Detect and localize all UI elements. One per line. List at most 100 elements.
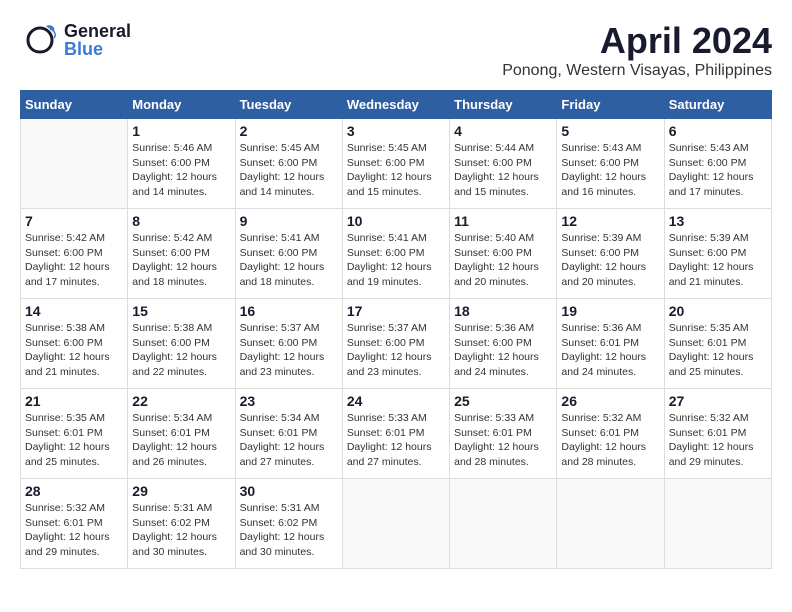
- calendar-cell: [450, 479, 557, 569]
- day-number: 9: [240, 213, 338, 229]
- day-info: Sunrise: 5:46 AM Sunset: 6:00 PM Dayligh…: [132, 141, 230, 200]
- logo-general-text: General: [64, 22, 131, 40]
- day-info: Sunrise: 5:37 AM Sunset: 6:00 PM Dayligh…: [347, 321, 445, 380]
- calendar-cell: 30 Sunrise: 5:31 AM Sunset: 6:02 PM Dayli…: [235, 479, 342, 569]
- calendar-cell: 17 Sunrise: 5:37 AM Sunset: 6:00 PM Dayli…: [342, 299, 449, 389]
- calendar-cell: 16 Sunrise: 5:37 AM Sunset: 6:00 PM Dayli…: [235, 299, 342, 389]
- day-info: Sunrise: 5:45 AM Sunset: 6:00 PM Dayligh…: [347, 141, 445, 200]
- calendar-cell: 21Sunrise: 5:35 AM Sunset: 6:01 PM Dayli…: [21, 389, 128, 479]
- day-number: 27: [669, 393, 767, 409]
- day-number: 2: [240, 123, 338, 139]
- page-header: General Blue April 2024 Ponong, Western …: [20, 20, 772, 80]
- day-info: Sunrise: 5:44 AM Sunset: 6:00 PM Dayligh…: [454, 141, 552, 200]
- day-info: Sunrise: 5:32 AM Sunset: 6:01 PM Dayligh…: [25, 501, 123, 560]
- day-info: Sunrise: 5:42 AM Sunset: 6:00 PM Dayligh…: [132, 231, 230, 290]
- calendar-cell: [342, 479, 449, 569]
- day-info: Sunrise: 5:38 AM Sunset: 6:00 PM Dayligh…: [25, 321, 123, 380]
- calendar-cell: 23 Sunrise: 5:34 AM Sunset: 6:01 PM Dayli…: [235, 389, 342, 479]
- day-info: Sunrise: 5:36 AM Sunset: 6:00 PM Dayligh…: [454, 321, 552, 380]
- calendar-week-4: 21Sunrise: 5:35 AM Sunset: 6:01 PM Dayli…: [21, 389, 772, 479]
- logo: General Blue: [20, 20, 131, 60]
- calendar-cell: 9 Sunrise: 5:41 AM Sunset: 6:00 PM Daylig…: [235, 209, 342, 299]
- calendar-cell: 10 Sunrise: 5:41 AM Sunset: 6:00 PM Dayli…: [342, 209, 449, 299]
- calendar-cell: 25Sunrise: 5:33 AM Sunset: 6:01 PM Dayli…: [450, 389, 557, 479]
- day-number: 13: [669, 213, 767, 229]
- month-title: April 2024: [502, 20, 772, 62]
- calendar-cell: 19Sunrise: 5:36 AM Sunset: 6:01 PM Dayli…: [557, 299, 664, 389]
- day-number: 28: [25, 483, 123, 499]
- day-info: Sunrise: 5:32 AM Sunset: 6:01 PM Dayligh…: [669, 411, 767, 470]
- header-row: Sunday Monday Tuesday Wednesday Thursday…: [21, 91, 772, 119]
- calendar-week-5: 28 Sunrise: 5:32 AM Sunset: 6:01 PM Dayli…: [21, 479, 772, 569]
- day-info: Sunrise: 5:31 AM Sunset: 6:02 PM Dayligh…: [240, 501, 338, 560]
- calendar-cell: 24 Sunrise: 5:33 AM Sunset: 6:01 PM Dayli…: [342, 389, 449, 479]
- calendar-cell: [664, 479, 771, 569]
- day-number: 30: [240, 483, 338, 499]
- calendar-cell: 2 Sunrise: 5:45 AM Sunset: 6:00 PM Daylig…: [235, 119, 342, 209]
- calendar-cell: 15 Sunrise: 5:38 AM Sunset: 6:00 PM Dayli…: [128, 299, 235, 389]
- day-info: Sunrise: 5:34 AM Sunset: 6:01 PM Dayligh…: [240, 411, 338, 470]
- day-info: Sunrise: 5:37 AM Sunset: 6:00 PM Dayligh…: [240, 321, 338, 380]
- calendar-cell: 14 Sunrise: 5:38 AM Sunset: 6:00 PM Dayli…: [21, 299, 128, 389]
- calendar-week-2: 7 Sunrise: 5:42 AM Sunset: 6:00 PM Daylig…: [21, 209, 772, 299]
- calendar-cell: [21, 119, 128, 209]
- col-wednesday: Wednesday: [342, 91, 449, 119]
- calendar-table: Sunday Monday Tuesday Wednesday Thursday…: [20, 90, 772, 569]
- calendar-cell: 13 Sunrise: 5:39 AM Sunset: 6:00 PM Dayli…: [664, 209, 771, 299]
- calendar-week-3: 14 Sunrise: 5:38 AM Sunset: 6:00 PM Dayli…: [21, 299, 772, 389]
- day-info: Sunrise: 5:33 AM Sunset: 6:01 PM Dayligh…: [347, 411, 445, 470]
- day-number: 14: [25, 303, 123, 319]
- day-info: Sunrise: 5:34 AM Sunset: 6:01 PM Dayligh…: [132, 411, 230, 470]
- calendar-cell: 18Sunrise: 5:36 AM Sunset: 6:00 PM Dayli…: [450, 299, 557, 389]
- day-number: 16: [240, 303, 338, 319]
- day-info: Sunrise: 5:43 AM Sunset: 6:00 PM Dayligh…: [669, 141, 767, 200]
- day-info: Sunrise: 5:32 AM Sunset: 6:01 PM Dayligh…: [561, 411, 659, 470]
- calendar-cell: 22 Sunrise: 5:34 AM Sunset: 6:01 PM Dayli…: [128, 389, 235, 479]
- day-number: 24: [347, 393, 445, 409]
- calendar-cell: 12Sunrise: 5:39 AM Sunset: 6:00 PM Dayli…: [557, 209, 664, 299]
- col-monday: Monday: [128, 91, 235, 119]
- day-number: 20: [669, 303, 767, 319]
- calendar-cell: 28 Sunrise: 5:32 AM Sunset: 6:01 PM Dayli…: [21, 479, 128, 569]
- col-tuesday: Tuesday: [235, 91, 342, 119]
- day-info: Sunrise: 5:45 AM Sunset: 6:00 PM Dayligh…: [240, 141, 338, 200]
- col-saturday: Saturday: [664, 91, 771, 119]
- day-number: 17: [347, 303, 445, 319]
- calendar-header: Sunday Monday Tuesday Wednesday Thursday…: [21, 91, 772, 119]
- day-info: Sunrise: 5:31 AM Sunset: 6:02 PM Dayligh…: [132, 501, 230, 560]
- day-info: Sunrise: 5:43 AM Sunset: 6:00 PM Dayligh…: [561, 141, 659, 200]
- day-info: Sunrise: 5:39 AM Sunset: 6:00 PM Dayligh…: [669, 231, 767, 290]
- calendar-cell: 26 Sunrise: 5:32 AM Sunset: 6:01 PM Dayli…: [557, 389, 664, 479]
- day-number: 15: [132, 303, 230, 319]
- col-sunday: Sunday: [21, 91, 128, 119]
- day-number: 6: [669, 123, 767, 139]
- day-number: 26: [561, 393, 659, 409]
- day-number: 23: [240, 393, 338, 409]
- day-number: 29: [132, 483, 230, 499]
- day-info: Sunrise: 5:42 AM Sunset: 6:00 PM Dayligh…: [25, 231, 123, 290]
- col-thursday: Thursday: [450, 91, 557, 119]
- day-info: Sunrise: 5:38 AM Sunset: 6:00 PM Dayligh…: [132, 321, 230, 380]
- day-number: 10: [347, 213, 445, 229]
- logo-text-block: General Blue: [64, 22, 131, 58]
- title-block: April 2024 Ponong, Western Visayas, Phil…: [502, 20, 772, 80]
- location-text: Ponong, Western Visayas, Philippines: [502, 62, 772, 80]
- day-number: 25: [454, 393, 552, 409]
- calendar-cell: 27 Sunrise: 5:32 AM Sunset: 6:01 PM Dayli…: [664, 389, 771, 479]
- day-info: Sunrise: 5:41 AM Sunset: 6:00 PM Dayligh…: [240, 231, 338, 290]
- day-number: 3: [347, 123, 445, 139]
- day-number: 22: [132, 393, 230, 409]
- day-info: Sunrise: 5:35 AM Sunset: 6:01 PM Dayligh…: [669, 321, 767, 380]
- day-info: Sunrise: 5:41 AM Sunset: 6:00 PM Dayligh…: [347, 231, 445, 290]
- day-number: 12: [561, 213, 659, 229]
- calendar-cell: 29 Sunrise: 5:31 AM Sunset: 6:02 PM Dayli…: [128, 479, 235, 569]
- col-friday: Friday: [557, 91, 664, 119]
- day-number: 8: [132, 213, 230, 229]
- calendar-body: 1Sunrise: 5:46 AM Sunset: 6:00 PM Daylig…: [21, 119, 772, 569]
- day-number: 19: [561, 303, 659, 319]
- day-number: 5: [561, 123, 659, 139]
- day-number: 4: [454, 123, 552, 139]
- calendar-cell: [557, 479, 664, 569]
- day-number: 7: [25, 213, 123, 229]
- calendar-cell: 8 Sunrise: 5:42 AM Sunset: 6:00 PM Daylig…: [128, 209, 235, 299]
